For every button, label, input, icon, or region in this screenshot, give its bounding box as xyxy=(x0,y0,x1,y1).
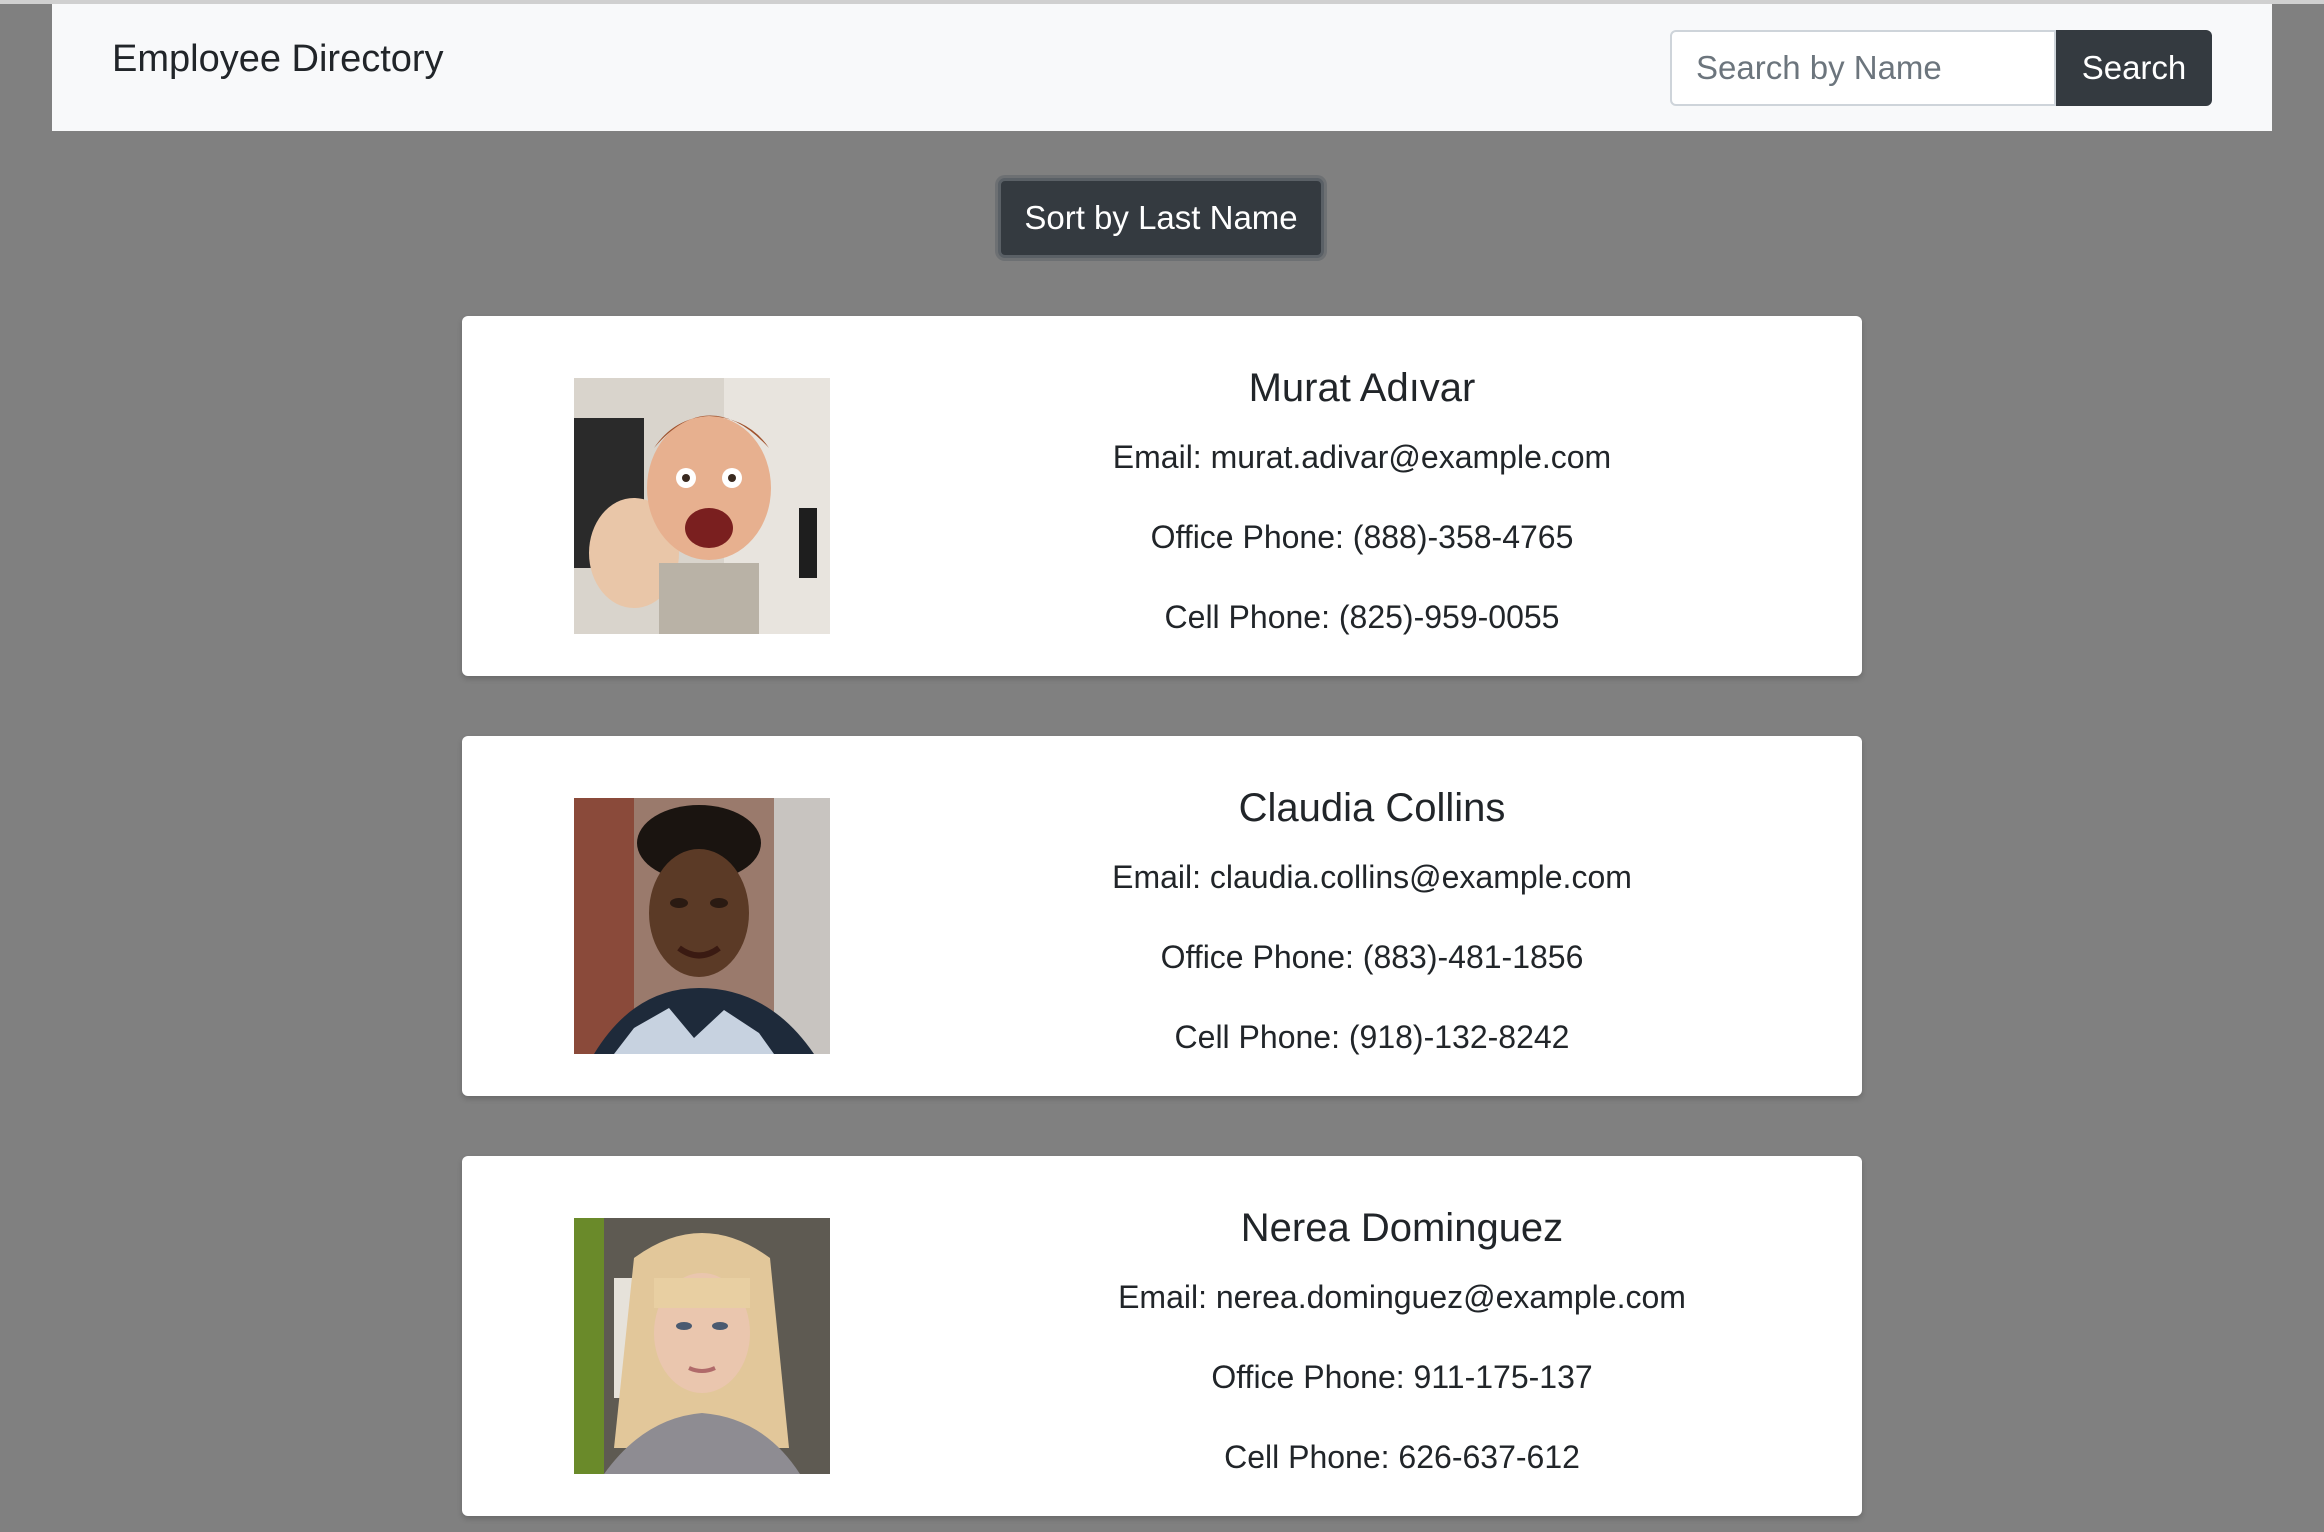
employee-name: Nerea Dominguez xyxy=(1240,1206,1564,1250)
employee-office-phone: Office Phone: (888)-358-4765 xyxy=(1150,519,1574,555)
search-button[interactable]: Search xyxy=(2056,30,2212,106)
employee-name: Claudia Collins xyxy=(1238,786,1506,830)
sort-by-last-name-button[interactable]: Sort by Last Name xyxy=(998,178,1324,258)
employee-photo-image xyxy=(574,378,830,634)
employee-office-phone: Office Phone: (883)-481-1856 xyxy=(1160,939,1584,975)
employee-info: Nerea Dominguez Email: nerea.dominguez@e… xyxy=(1032,1204,1772,1476)
employee-photo-image xyxy=(574,1218,830,1474)
employee-photo xyxy=(574,378,830,634)
employee-email: Email: nerea.dominguez@example.com xyxy=(1118,1279,1686,1315)
employee-email: Email: murat.adivar@example.com xyxy=(1112,439,1612,475)
employee-cell-phone: Cell Phone: (825)-959-0055 xyxy=(1164,599,1560,635)
employee-cell-phone: Cell Phone: 626-637-612 xyxy=(1224,1439,1580,1475)
employee-card: Claudia Collins Email: claudia.collins@e… xyxy=(462,736,1862,1096)
employee-card: Nerea Dominguez Email: nerea.dominguez@e… xyxy=(462,1156,1862,1516)
employee-name: Murat Adıvar xyxy=(1248,366,1476,410)
navbar: Employee Directory Search xyxy=(52,4,2272,131)
employee-card: Murat Adıvar Email: murat.adivar@example… xyxy=(462,316,1862,676)
search-input[interactable] xyxy=(1670,30,2056,106)
employee-photo xyxy=(574,798,830,1054)
employee-photo xyxy=(574,1218,830,1474)
employee-cell-phone: Cell Phone: (918)-132-8242 xyxy=(1174,1019,1570,1055)
employee-office-phone: Office Phone: 911-175-137 xyxy=(1211,1359,1593,1395)
employee-photo-image xyxy=(574,798,830,1054)
app-title[interactable]: Employee Directory xyxy=(112,38,444,81)
employee-info: Claudia Collins Email: claudia.collins@e… xyxy=(1002,784,1742,1056)
employee-info: Murat Adıvar Email: murat.adivar@example… xyxy=(992,364,1732,636)
employee-email: Email: claudia.collins@example.com xyxy=(1112,859,1632,895)
